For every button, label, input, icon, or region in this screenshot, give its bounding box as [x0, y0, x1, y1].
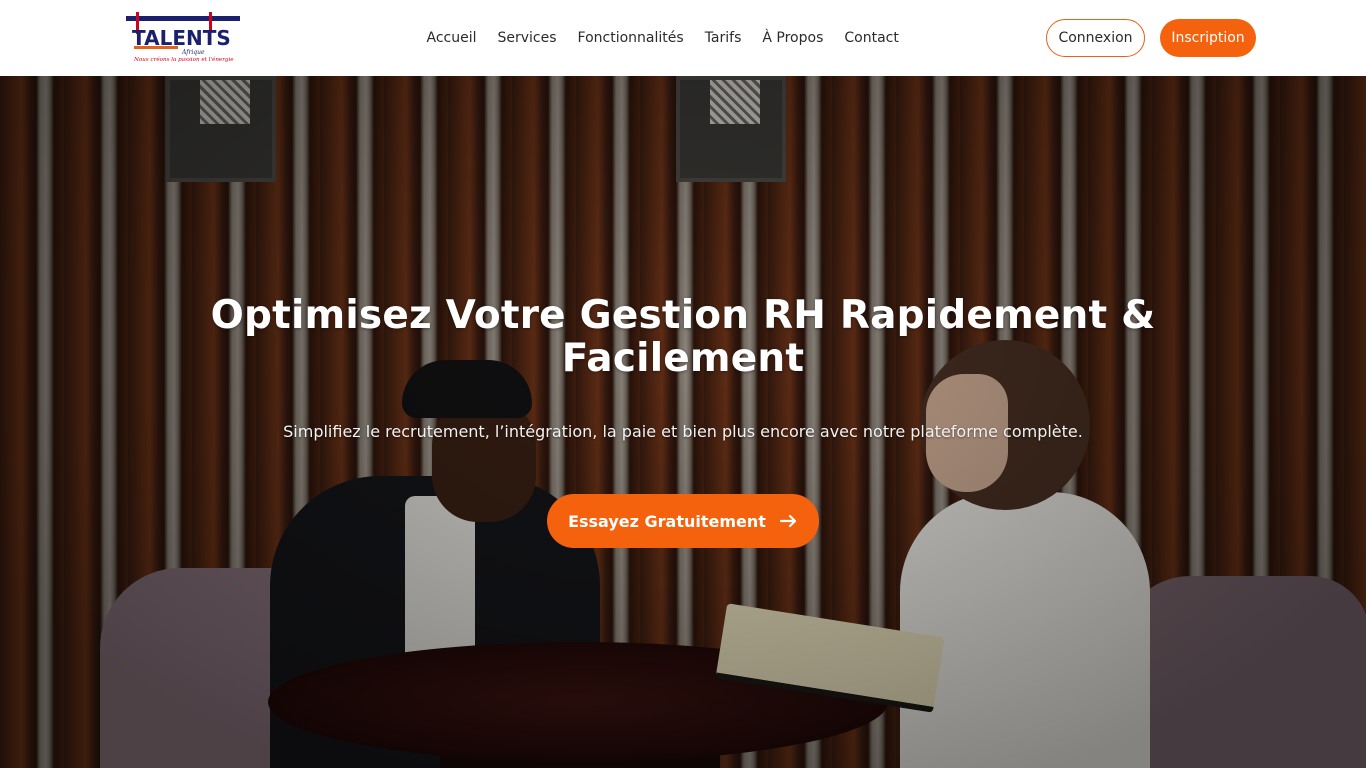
nav-item-a-propos[interactable]: À Propos	[752, 30, 834, 46]
hero-content: Optimisez Votre Gestion RH Rapidement & …	[0, 76, 1366, 768]
nav-item-services[interactable]: Services	[487, 30, 567, 46]
nav-item-tarifs[interactable]: Tarifs	[694, 30, 752, 46]
signup-button[interactable]: Inscription	[1160, 19, 1256, 57]
logo-subtext: Afrique	[181, 49, 205, 56]
hero-subtitle: Simplifiez le recrutement, l’intégration…	[283, 422, 1083, 441]
talents-logo[interactable]: TALENTS Afrique Nous créons la passion e…	[124, 12, 242, 66]
nav-item-accueil[interactable]: Accueil	[416, 30, 487, 46]
try-free-button-label: Essayez Gratuitement	[568, 511, 766, 531]
talents-logo-icon: TALENTS Afrique Nous créons la passion e…	[126, 12, 240, 63]
nav-item-fonctionnalites[interactable]: Fonctionnalités	[567, 30, 694, 46]
try-free-button[interactable]: Essayez Gratuitement	[547, 494, 819, 548]
logo-tagline: Nous créons la passion et l'énergie	[133, 56, 234, 63]
hero-section: Optimisez Votre Gestion RH Rapidement & …	[0, 76, 1366, 768]
login-button[interactable]: Connexion	[1046, 19, 1145, 57]
arrow-right-icon	[779, 514, 797, 528]
site-header: TALENTS Afrique Nous créons la passion e…	[0, 0, 1366, 76]
nav-item-contact[interactable]: Contact	[834, 30, 909, 46]
logo-wordmark: TALENTS	[132, 26, 231, 50]
hero-title: Optimisez Votre Gestion RH Rapidement & …	[210, 293, 1156, 381]
main-nav: Accueil Services Fonctionnalités Tarifs …	[416, 0, 909, 76]
